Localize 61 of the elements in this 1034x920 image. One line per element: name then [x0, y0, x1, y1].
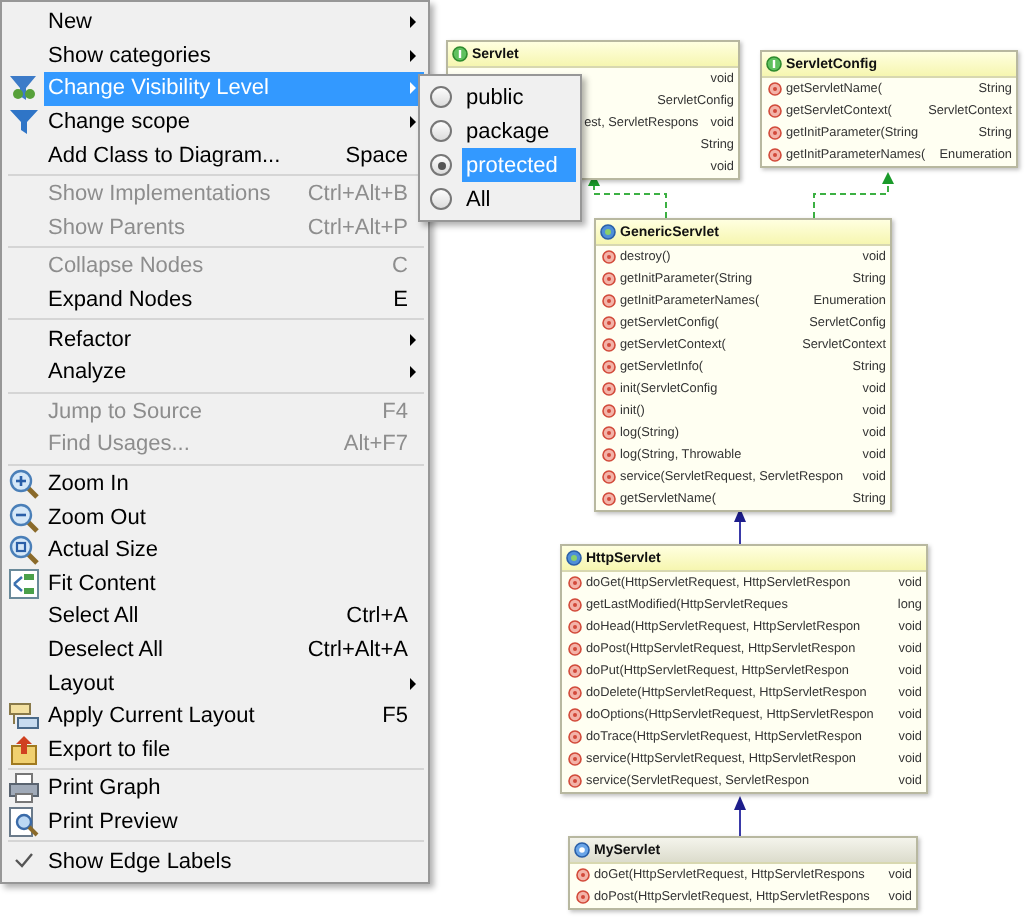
- submenu-arrow-icon: [410, 16, 416, 29]
- realization-arrow: [813, 172, 894, 219]
- shortcut-label: C: [392, 254, 408, 279]
- print-preview-icon: [7, 805, 39, 838]
- shortcut-label: Ctrl+Alt+P: [307, 215, 408, 240]
- menu-item[interactable]: All: [462, 182, 576, 216]
- radio-button[interactable]: [430, 86, 452, 108]
- menu-item[interactable]: Print Preview: [44, 805, 424, 839]
- menu-item[interactable]: Add Class to Diagram... Space: [44, 138, 424, 172]
- inheritance-arrow: [734, 508, 746, 545]
- menu-item[interactable]: Apply Current Layout F5: [44, 699, 424, 733]
- menu-item[interactable]: public: [462, 80, 576, 114]
- class-icon: [574, 842, 590, 858]
- zoom-actual-icon: [7, 534, 39, 567]
- menu-item[interactable]: Zoom In: [44, 467, 424, 501]
- shortcut-label: Space: [345, 143, 408, 168]
- menu-item[interactable]: Actual Size: [44, 533, 424, 567]
- filter-icon: [7, 106, 39, 139]
- radio-button[interactable]: [430, 120, 452, 142]
- menu-item[interactable]: Layout: [44, 666, 424, 700]
- shortcut-label: Alt+F7: [343, 432, 408, 457]
- submenu-arrow-icon: [410, 366, 416, 379]
- menu-item[interactable]: Expand Nodes E: [44, 283, 424, 317]
- shortcut-label: F4: [382, 399, 408, 424]
- submenu-arrow-icon: [410, 677, 416, 690]
- menu-item[interactable]: Export to file: [44, 732, 424, 767]
- radio-button[interactable]: [430, 154, 452, 176]
- shortcut-label: Ctrl+A: [346, 604, 408, 629]
- submenu-arrow-icon: [410, 333, 416, 346]
- menu-item[interactable]: Print Graph: [44, 772, 424, 806]
- menu-item[interactable]: Select All Ctrl+A: [44, 600, 424, 634]
- abstract-class-icon: [566, 550, 582, 566]
- interface-icon: [766, 56, 782, 72]
- shortcut-label: F5: [382, 704, 408, 729]
- menu-item[interactable]: Zoom Out: [44, 500, 424, 534]
- zoom-out-icon: [7, 501, 39, 534]
- radio-button[interactable]: [430, 188, 452, 210]
- zoom-in-icon: [7, 468, 39, 501]
- menu-item[interactable]: New: [44, 6, 424, 40]
- export-icon: [7, 733, 39, 766]
- menu-item[interactable]: Fit Content: [44, 567, 424, 601]
- fit-content-icon: [7, 567, 39, 600]
- shortcut-label: Ctrl+Alt+B: [307, 182, 408, 207]
- shortcut-label: Ctrl+Alt+A: [307, 637, 408, 662]
- submenu-arrow-icon: [410, 49, 416, 62]
- abstract-class-icon: [600, 224, 616, 240]
- menu-item[interactable]: Show Edge Labels: [44, 844, 424, 878]
- inheritance-arrow: [734, 796, 746, 837]
- filter-people-icon: [7, 72, 39, 105]
- menu-item[interactable]: Analyze: [44, 355, 424, 390]
- shortcut-label: E: [393, 288, 408, 313]
- interface-icon: [452, 46, 468, 62]
- menu-item[interactable]: package: [462, 114, 576, 148]
- class-node[interactable]: [560, 544, 928, 794]
- menu-item[interactable]: Deselect All Ctrl+Alt+A: [44, 633, 424, 667]
- layout-icon: [7, 700, 39, 733]
- menu-item[interactable]: Refactor: [44, 322, 424, 356]
- menu-item[interactable]: Show categories: [44, 39, 424, 73]
- realization-arrow: [588, 174, 667, 219]
- class-node[interactable]: [594, 218, 892, 512]
- printer-icon: [7, 772, 39, 805]
